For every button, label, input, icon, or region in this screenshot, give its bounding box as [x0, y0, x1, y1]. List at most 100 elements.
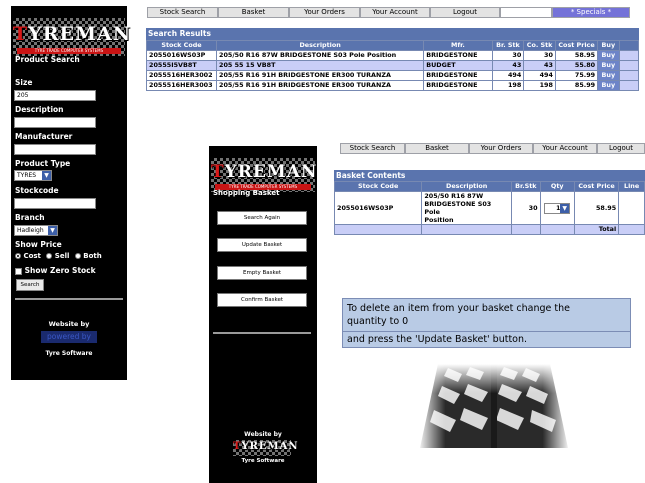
table-row: 2055016WS03P 205/50 R16 87W BRIDGESTONE S… [333, 191, 645, 225]
column-header: Stock Code [146, 40, 217, 51]
both-radio[interactable] [74, 253, 81, 259]
manufacturer-input[interactable] [14, 144, 96, 155]
tab-blank [500, 7, 552, 18]
stock-code-cell: 2055016WS03P [333, 191, 423, 225]
product-type-label: Product Type [15, 159, 71, 168]
stock-code-cell: 2055516HER3003 [146, 80, 217, 91]
branch-select[interactable]: Hadleigh ▼ [14, 225, 58, 236]
sell-radio[interactable] [46, 253, 53, 259]
column-header: Br.Stk [511, 181, 541, 192]
price-cell: 55.80 [554, 60, 599, 71]
column-header: Br. Stk [491, 40, 525, 51]
description-input[interactable] [14, 117, 96, 128]
show-price-label: Show Price [15, 240, 62, 249]
stockcode-label: Stockcode [15, 186, 59, 195]
stockcode-input[interactable] [14, 198, 96, 209]
tab-logout[interactable]: Logout [430, 7, 500, 18]
column-header: Cost Price [554, 40, 599, 51]
tab-your-orders[interactable]: Your Orders [469, 143, 533, 154]
update-basket-button[interactable]: Update Basket [217, 238, 307, 252]
line-cell [618, 191, 645, 225]
empty-basket-button[interactable]: Empty Basket [217, 266, 307, 280]
price-cell: 58.95 [573, 191, 620, 225]
size-input[interactable]: 205 [14, 90, 96, 101]
column-header: Line [618, 181, 645, 192]
company-stock-cell: 198 [523, 80, 556, 91]
table-header-row: Stock Code Description Br.Stk Qty Cost P… [333, 181, 645, 192]
top-navigation: Stock Search Basket Your Orders Your Acc… [340, 143, 645, 154]
buy-button[interactable]: Buy [597, 70, 620, 81]
branch-stock-cell: 494 [491, 70, 525, 81]
tyreman-small-logo: TYREMAN [233, 440, 297, 456]
description-cell: 205/50 R16 87W BRIDGESTONE S03 Pole Posi… [215, 50, 425, 61]
search-results-table: Stock Code Description Mfr. Br. Stk Co. … [146, 40, 640, 91]
manufacturer-label: Manufacturer [15, 132, 73, 141]
mfr-cell: BRIDGESTONE [423, 70, 493, 81]
company-stock-cell: 43 [523, 60, 556, 71]
buy-button[interactable]: Buy [597, 60, 620, 71]
tab-stock-search[interactable]: Stock Search [147, 7, 218, 18]
divider [213, 332, 311, 334]
column-header: Buy [597, 40, 620, 51]
buy-button[interactable]: Buy [597, 80, 620, 91]
note-text: and press the 'Update Basket' button. [347, 334, 528, 345]
basket-table: Stock Code Description Br.Stk Qty Cost P… [333, 181, 645, 235]
tyre-tread-image [418, 364, 570, 448]
mfr-cell: BRIDGESTONE [423, 50, 493, 61]
description-label: Description [15, 105, 64, 114]
stock-code-cell: 20555I5VB8T [146, 60, 217, 71]
tab-specials[interactable]: * Specials * [552, 7, 630, 18]
price-options: Cost Sell Both [15, 252, 102, 260]
qty-select[interactable]: 1 ▼ [544, 202, 571, 214]
stock-code-cell: 2055016WS03P [146, 50, 217, 61]
column-header: Mfr. [423, 40, 493, 51]
search-button[interactable]: Search [16, 279, 44, 291]
column-header: Cost Price [573, 181, 620, 192]
tab-stock-search[interactable]: Stock Search [340, 143, 405, 154]
tab-basket[interactable]: Basket [405, 143, 469, 154]
vendor-label: Tyre Software [241, 458, 285, 464]
tab-your-account[interactable]: Your Account [533, 143, 597, 154]
description-cell: 205/55 R16 91H BRIDGESTONE ER300 TURANZA [215, 70, 425, 81]
website-by-label: Website by [48, 320, 90, 328]
chevron-down-icon: ▼ [42, 171, 51, 180]
column-header: Description [215, 40, 425, 51]
branch-stock-cell: 43 [491, 60, 525, 71]
size-label: Size [15, 78, 33, 87]
table-total-row: Total [333, 224, 645, 235]
show-zero-stock-checkbox[interactable] [15, 267, 22, 275]
tyreman-logo: TYREMAN TYRE TRADE COMPUTER SYSTEMS [13, 18, 130, 56]
confirm-basket-button[interactable]: Confirm Basket [217, 293, 307, 307]
product-type-select[interactable]: TYRES ▼ [14, 170, 52, 181]
total-label: Total [573, 224, 620, 235]
tab-logout[interactable]: Logout [597, 143, 645, 154]
tab-basket[interactable]: Basket [218, 7, 289, 18]
column-header: Qty [539, 181, 575, 192]
branch-stock-cell: 30 [491, 50, 525, 61]
qty-cell: 1 ▼ [539, 191, 575, 225]
branch-stock-cell: 198 [491, 80, 525, 91]
table-header-row: Stock Code Description Mfr. Br. Stk Co. … [146, 40, 640, 51]
delete-instructions-note: To delete an item from your basket chang… [342, 298, 631, 348]
basket-contents-title: Basket Contents [334, 170, 645, 181]
top-navigation: Stock Search Basket Your Orders Your Acc… [147, 7, 630, 18]
buy-button[interactable]: Buy [597, 50, 620, 61]
product-search-sidebar: TYREMAN TYRE TRADE COMPUTER SYSTEMS Prod… [11, 6, 130, 380]
column-header: Description [421, 181, 513, 192]
table-row: 2055016WS03P 205/50 R16 87W BRIDGESTONE … [146, 50, 640, 61]
tyreman-logo: TYREMAN TYRE TRADE COMPUTER SYSTEMS [211, 158, 316, 192]
column-header: Co. Stk [523, 40, 556, 51]
column-header: Stock Code [333, 181, 423, 192]
mfr-cell: BRIDGESTONE [423, 80, 493, 91]
cost-radio[interactable] [15, 253, 21, 259]
divider [15, 298, 123, 300]
chevron-down-icon: ▼ [48, 226, 57, 235]
tab-your-account[interactable]: Your Account [360, 7, 430, 18]
search-again-button[interactable]: Search Again [217, 211, 307, 225]
description-cell: 205 55 15 VB8T [215, 60, 425, 71]
mfr-cell: BUDGET [423, 60, 493, 71]
tab-your-orders[interactable]: Your Orders [289, 7, 360, 18]
powered-by-badge: powered by [41, 331, 97, 343]
show-zero-stock: Show Zero Stock [15, 266, 96, 275]
branch-stock-cell: 30 [511, 191, 541, 225]
